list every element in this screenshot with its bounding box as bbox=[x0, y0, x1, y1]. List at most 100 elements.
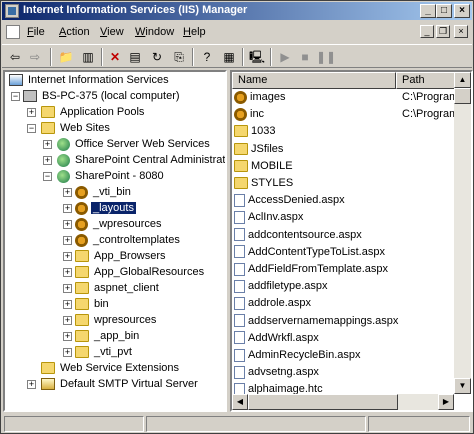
list-item[interactable]: AddContentTypeToList.aspx bbox=[234, 244, 452, 261]
expand-toggle[interactable]: + bbox=[63, 300, 72, 309]
menu-action[interactable]: Action bbox=[59, 26, 90, 38]
delete-icon[interactable]: ✕ bbox=[106, 48, 124, 66]
show-hide-tree-icon[interactable]: ▥ bbox=[79, 48, 97, 66]
tree-root[interactable]: Internet Information Services bbox=[9, 72, 171, 88]
collapse-toggle[interactable]: − bbox=[43, 172, 52, 181]
mmc-document-icon[interactable] bbox=[6, 25, 20, 39]
maximize-button[interactable]: □ bbox=[436, 4, 452, 18]
up-folder-icon[interactable]: 📁 bbox=[57, 48, 75, 66]
tree-site-office-server[interactable]: Office Server Web Services bbox=[57, 136, 212, 152]
close-button[interactable]: × bbox=[454, 4, 470, 18]
expand-toggle[interactable]: + bbox=[63, 348, 72, 357]
list-item[interactable]: MOBILE bbox=[234, 158, 452, 175]
expand-toggle[interactable]: + bbox=[27, 108, 36, 117]
toolbar-separator bbox=[50, 48, 52, 66]
expand-toggle[interactable]: + bbox=[63, 188, 72, 197]
folder-icon bbox=[75, 346, 89, 359]
tree-item-vti-bin[interactable]: _vti_bin bbox=[75, 184, 133, 200]
list-item[interactable]: addfiletype.aspx bbox=[234, 278, 452, 295]
expand-toggle[interactable]: + bbox=[63, 204, 72, 213]
horizontal-scroll-thumb[interactable] bbox=[248, 394, 398, 410]
horizontal-scrollbar[interactable]: ◀ ▶ bbox=[232, 394, 454, 410]
tree-site-central-admin[interactable]: SharePoint Central Administration bbox=[57, 152, 225, 168]
tree-server[interactable]: BS-PC-375 (local computer) bbox=[23, 88, 182, 104]
globe-icon bbox=[57, 137, 70, 151]
tree-item-aspnet-client[interactable]: aspnet_client bbox=[75, 280, 161, 296]
menu-file[interactable]: File bbox=[27, 26, 45, 38]
expand-toggle[interactable]: + bbox=[63, 332, 72, 341]
tree-item-app-bin[interactable]: _app_bin bbox=[75, 328, 141, 344]
refresh-icon[interactable]: ↻ bbox=[148, 48, 166, 66]
properties-icon[interactable]: ▤ bbox=[126, 48, 144, 66]
expand-toggle[interactable]: + bbox=[43, 156, 52, 165]
menu-view[interactable]: View bbox=[100, 26, 124, 38]
column-header-path[interactable]: Path bbox=[396, 72, 456, 89]
expand-toggle[interactable]: + bbox=[63, 316, 72, 325]
tree-item-wpresources-underscore[interactable]: _wpresources bbox=[75, 216, 163, 232]
list-item[interactable]: AclInv.aspx bbox=[234, 209, 452, 226]
scroll-right-button[interactable]: ▶ bbox=[438, 394, 454, 410]
start-icon[interactable]: ▶ bbox=[276, 48, 294, 66]
file-icon bbox=[234, 314, 245, 328]
help-icon[interactable]: ? bbox=[198, 48, 216, 66]
list-item[interactable]: inc C:\Program bbox=[234, 106, 458, 123]
list-item[interactable]: advsetng.aspx bbox=[234, 364, 452, 381]
expand-toggle[interactable]: + bbox=[63, 284, 72, 293]
console-icon[interactable]: ▦ bbox=[220, 48, 238, 66]
list-item[interactable]: addcontentsource.aspx bbox=[234, 227, 452, 244]
menu-window[interactable]: Window bbox=[135, 26, 174, 38]
back-arrow-icon[interactable]: ⇦ bbox=[6, 48, 24, 66]
tree-item-bin[interactable]: bin bbox=[75, 296, 111, 312]
list-item[interactable]: JSfiles bbox=[234, 141, 452, 158]
expand-toggle[interactable]: + bbox=[63, 252, 72, 261]
pause-icon[interactable]: ❚❚ bbox=[316, 48, 336, 66]
forward-arrow-icon[interactable]: ⇨ bbox=[26, 48, 44, 66]
expand-toggle[interactable]: + bbox=[63, 236, 72, 245]
column-header-name[interactable]: Name bbox=[232, 72, 396, 89]
collapse-toggle[interactable]: − bbox=[27, 124, 36, 133]
list-item[interactable]: AddFieldFromTemplate.aspx bbox=[234, 261, 452, 278]
list-item[interactable]: STYLES bbox=[234, 175, 452, 192]
tree-app-pools[interactable]: Application Pools bbox=[41, 104, 146, 120]
collapse-toggle[interactable]: − bbox=[11, 92, 20, 101]
tree-item-app-browsers[interactable]: App_Browsers bbox=[75, 248, 168, 264]
expand-toggle[interactable]: + bbox=[43, 140, 52, 149]
computer-icon[interactable]: 🖳 bbox=[248, 48, 266, 66]
mdi-restore-button[interactable]: ❐ bbox=[436, 25, 450, 38]
list-item[interactable]: images C:\Program bbox=[234, 89, 458, 106]
list-pane[interactable]: Name Path images C:\Program inc C:\Program 1… bbox=[230, 70, 473, 412]
tree-web-service-extensions[interactable]: Web Service Extensions bbox=[41, 360, 181, 376]
tree-site-sharepoint-8080[interactable]: SharePoint - 8080 bbox=[57, 168, 166, 184]
export-list-icon[interactable]: ⎘ bbox=[170, 48, 188, 66]
stop-icon[interactable]: ■ bbox=[296, 48, 314, 66]
minimize-button[interactable]: _ bbox=[420, 4, 436, 18]
scroll-thumb[interactable] bbox=[454, 88, 471, 104]
tree-item-app-globalresources[interactable]: App_GlobalResources bbox=[75, 264, 206, 280]
menu-help[interactable]: Help bbox=[183, 26, 206, 38]
file-icon bbox=[234, 348, 245, 362]
mdi-close-button[interactable]: × bbox=[454, 25, 468, 38]
expand-toggle[interactable]: + bbox=[63, 220, 72, 229]
folder-icon bbox=[234, 177, 248, 190]
scroll-left-button[interactable]: ◀ bbox=[232, 394, 248, 410]
tree-item-layouts[interactable]: _layouts bbox=[75, 200, 137, 216]
tree-web-sites[interactable]: Web Sites bbox=[41, 120, 112, 136]
list-item[interactable]: AccessDenied.aspx bbox=[234, 192, 452, 209]
folder-icon bbox=[41, 122, 55, 135]
list-item[interactable]: addrole.aspx bbox=[234, 295, 452, 312]
tree-item-vti-pvt[interactable]: _vti_pvt bbox=[75, 344, 134, 360]
list-item[interactable]: AddWrkfl.aspx bbox=[234, 330, 452, 347]
mdi-minimize-button[interactable]: _ bbox=[420, 25, 434, 38]
list-item[interactable]: addservernamemappings.aspx bbox=[234, 313, 452, 330]
tree-pane[interactable]: Internet Information Services − BS-PC-37… bbox=[3, 70, 227, 412]
vertical-scrollbar[interactable]: ▲ ▼ bbox=[454, 72, 471, 394]
tree-item-wpresources[interactable]: wpresources bbox=[75, 312, 158, 328]
expand-toggle[interactable]: + bbox=[27, 380, 36, 389]
tree-item-controltemplates[interactable]: _controltemplates bbox=[75, 232, 182, 248]
scroll-up-button[interactable]: ▲ bbox=[454, 72, 471, 88]
scroll-down-button[interactable]: ▼ bbox=[454, 378, 471, 394]
tree-smtp-server[interactable]: Default SMTP Virtual Server bbox=[41, 376, 200, 392]
list-item[interactable]: AdminRecycleBin.aspx bbox=[234, 347, 452, 364]
expand-toggle[interactable]: + bbox=[63, 268, 72, 277]
list-item[interactable]: 1033 bbox=[234, 123, 452, 140]
